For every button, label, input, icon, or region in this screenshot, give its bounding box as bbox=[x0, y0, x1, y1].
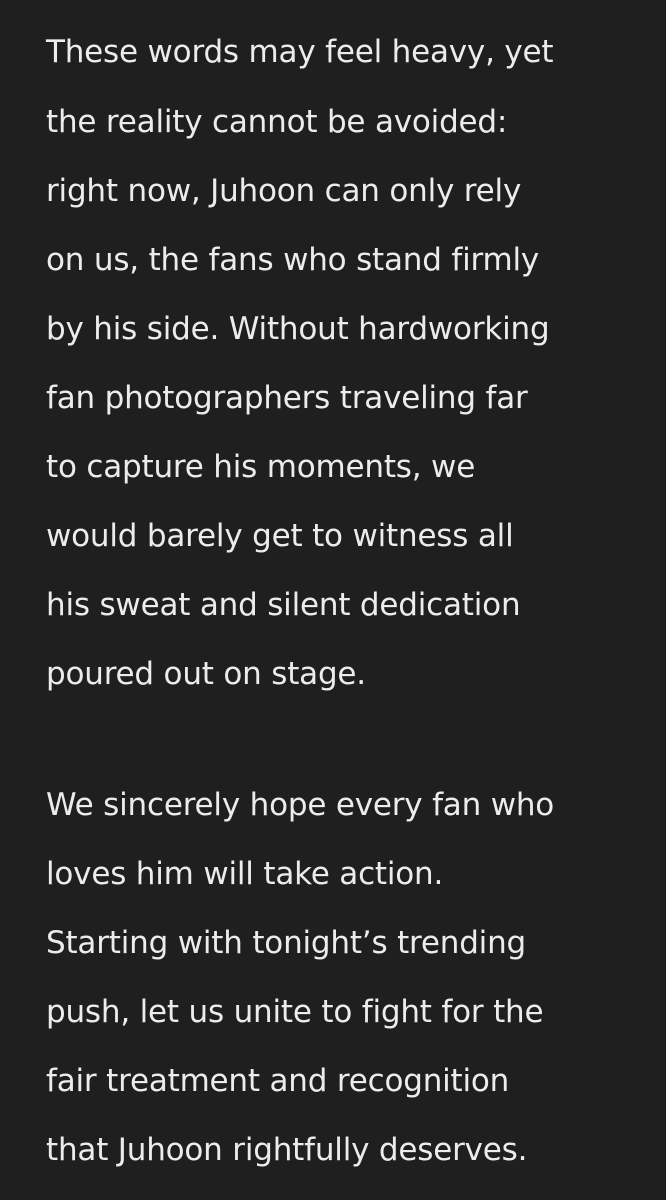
text-line: that Juhoon rightfully deserves. bbox=[46, 1132, 528, 1168]
text-line: by his side. Without hardworking bbox=[46, 311, 550, 347]
text-note-page: These words may feel heavy, yet the real… bbox=[0, 0, 666, 1200]
text-line: These words may feel heavy, yet bbox=[46, 34, 554, 70]
text-line: fair treatment and recognition bbox=[46, 1063, 510, 1099]
text-line: push, let us unite to fight for the bbox=[46, 994, 544, 1030]
text-line: would barely get to witness all bbox=[46, 518, 514, 554]
text-line: his sweat and silent dedication bbox=[46, 587, 521, 623]
text-line: on us, the fans who stand firmly bbox=[46, 242, 540, 278]
text-line: loves him will take action. bbox=[46, 856, 444, 892]
text-line: fan photographers traveling far bbox=[46, 380, 528, 416]
text-line: Starting with tonight’s trending bbox=[46, 925, 527, 961]
text-line: the reality cannot be avoided: bbox=[46, 104, 508, 140]
text-line: poured out on stage. bbox=[46, 656, 366, 692]
text-line: to capture his moments, we bbox=[46, 449, 476, 485]
text-line: right now, Juhoon can only rely bbox=[46, 173, 522, 209]
text-line: We sincerely hope every fan who bbox=[46, 787, 555, 823]
